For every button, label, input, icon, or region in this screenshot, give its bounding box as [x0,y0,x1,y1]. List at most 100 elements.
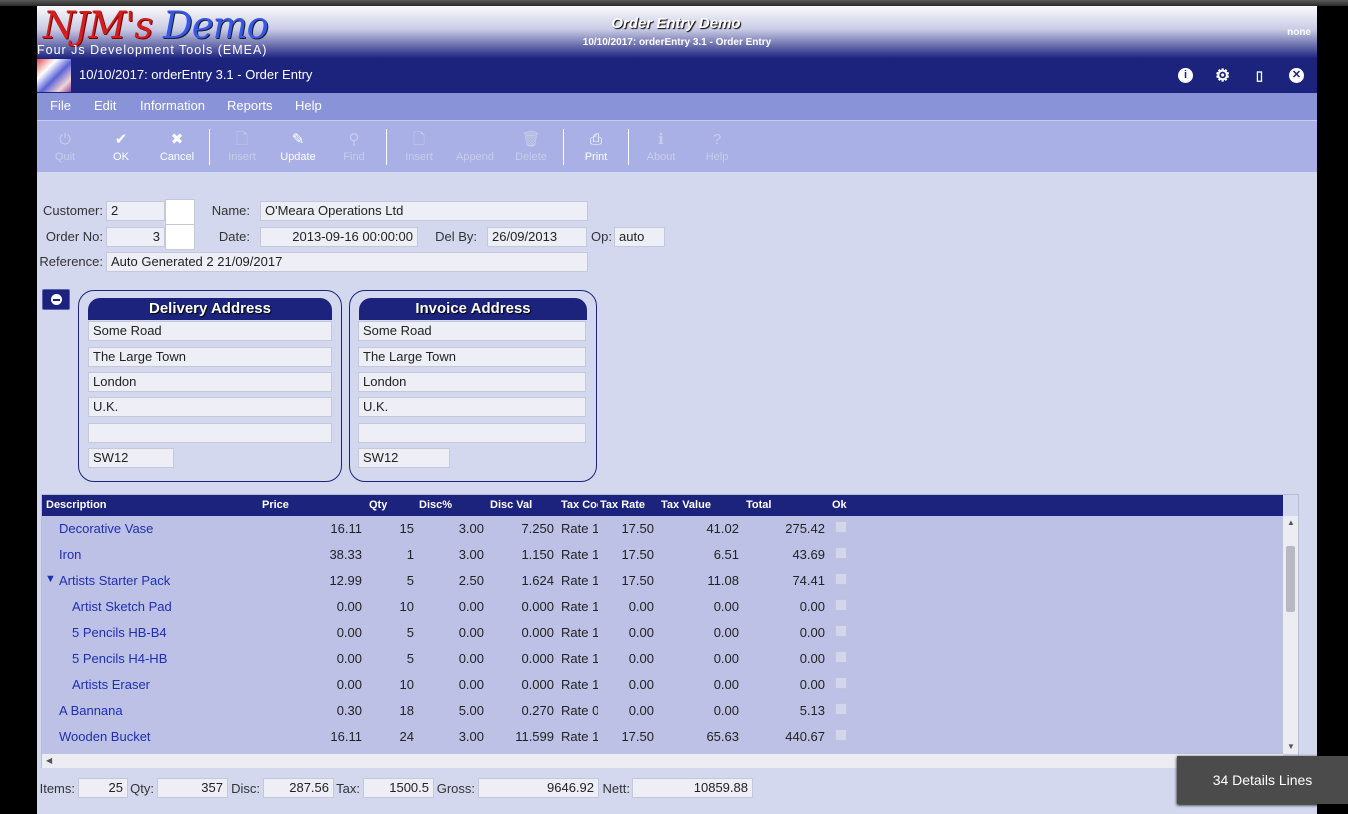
cell-qty[interactable]: 18 [369,703,414,718]
cell-taxcode[interactable]: Rate 1 [561,599,598,614]
customer-lookup-box[interactable] [165,199,195,225]
col-ok[interactable]: Ok [832,499,856,511]
cell-desc[interactable]: 5 Pencils H4-HB [72,651,246,666]
cell-discp[interactable]: 3.00 [419,521,484,536]
delivery-line-1[interactable]: Some Road [88,321,332,341]
vertical-scrollbar[interactable]: ▲ ▼ [1283,516,1298,754]
cell-taxrate[interactable]: 17.50 [600,573,654,588]
info-icon[interactable]: i [1178,68,1193,83]
cell-total[interactable]: 43.69 [746,547,825,562]
cell-discp[interactable]: 0.00 [419,599,484,614]
col-disc-val[interactable]: Disc Val [490,499,550,511]
cell-taxval[interactable]: 65.63 [661,729,739,744]
cell-total[interactable]: 0.00 [746,677,825,692]
menu-information[interactable]: Information [140,98,205,113]
cell-taxval[interactable]: 0.00 [661,625,739,640]
cell-qty[interactable]: 5 [369,573,414,588]
cell-price[interactable]: 16.11 [262,729,362,744]
cell-taxval[interactable]: 6.51 [661,547,739,562]
ok-button[interactable]: ✔ OK [93,131,149,163]
insert-row-button[interactable]: 🗋 Insert [391,131,447,163]
cell-price[interactable]: 0.00 [262,677,362,692]
col-tax-rate[interactable]: Tax Rate [600,499,655,511]
expand-toggle-icon[interactable]: ▼ [45,573,56,585]
cell-taxrate[interactable]: 0.00 [600,677,654,692]
ok-checkbox[interactable] [835,677,847,689]
col-total[interactable]: Total [746,499,821,511]
op-field[interactable]: auto [614,227,665,247]
ok-checkbox[interactable] [835,521,847,533]
cell-taxval[interactable]: 11.08 [661,573,739,588]
cell-taxcode[interactable]: Rate 1 [561,729,598,744]
ok-checkbox[interactable] [835,547,847,559]
cell-taxrate[interactable]: 17.50 [600,547,654,562]
delivery-postcode[interactable]: SW12 [88,448,174,468]
cell-taxval[interactable]: 0.00 [661,599,739,614]
cell-taxval[interactable]: 41.02 [661,521,739,536]
cell-price[interactable]: 12.99 [262,573,362,588]
cell-taxval[interactable]: 0.00 [661,677,739,692]
menu-file[interactable]: File [50,98,71,113]
menu-edit[interactable]: Edit [94,98,116,113]
invoice-line-3[interactable]: London [358,372,586,392]
cell-desc[interactable]: 5 Pencils HB-B4 [72,625,246,640]
cell-taxcode[interactable]: Rate 1 [561,573,598,588]
col-price[interactable]: Price [262,499,352,511]
cell-taxcode[interactable]: Rate 0 [561,703,598,718]
delivery-line-2[interactable]: The Large Town [88,347,332,367]
cell-discv[interactable]: 1.624 [490,573,554,588]
cell-taxval[interactable]: 0.00 [661,703,739,718]
name-field[interactable]: O'Meara Operations Ltd [260,201,588,221]
cell-discv[interactable]: 0.000 [490,599,554,614]
cell-qty[interactable]: 1 [369,547,414,562]
update-button[interactable]: ✎ Update [270,131,326,163]
order-no-field[interactable]: 3 [106,227,165,247]
collapse-button[interactable] [42,289,70,310]
cell-desc[interactable]: Artists Starter Pack [59,573,246,588]
menu-help[interactable]: Help [295,98,322,113]
cell-qty[interactable]: 24 [369,729,414,744]
table-row[interactable]: Wooden Bucket 16.11 24 3.00 11.599 Rate 1 17.5… [42,724,1283,750]
cell-taxrate[interactable]: 0.00 [600,703,654,718]
cell-total[interactable]: 275.42 [746,521,825,536]
cell-discv[interactable]: 0.270 [490,703,554,718]
cell-price[interactable]: 0.00 [262,625,362,640]
cell-price[interactable]: 0.00 [262,599,362,614]
cell-discp[interactable]: 0.00 [419,651,484,666]
reference-field[interactable]: Auto Generated 2 21/09/2017 [106,252,588,272]
cell-taxcode[interactable]: Rate 1 [561,547,598,562]
ok-checkbox[interactable] [835,703,847,715]
scroll-left-icon[interactable]: ◀ [46,756,52,765]
cell-taxrate[interactable]: 0.00 [600,599,654,614]
cell-price[interactable]: 38.33 [262,547,362,562]
table-row[interactable]: Iron 38.33 1 3.00 1.150 Rate 1 17.50 6.51 43.69 [42,542,1283,568]
print-button[interactable]: ⎙ Print [568,131,624,163]
cell-total[interactable]: 0.00 [746,625,825,640]
scroll-thumb[interactable] [1286,546,1295,612]
delivery-line-5[interactable] [88,423,332,443]
cell-discp[interactable]: 3.00 [419,729,484,744]
delete-button[interactable]: 🗑 Delete [503,131,559,163]
cell-taxcode[interactable]: Rate 1 [561,521,598,536]
cell-desc[interactable]: Artists Eraser [72,677,246,692]
cell-total[interactable]: 74.41 [746,573,825,588]
invoice-line-5[interactable] [358,423,586,443]
scroll-down-icon[interactable]: ▼ [1287,742,1295,751]
cell-taxcode[interactable]: Rate 1 [561,651,598,666]
menu-reports[interactable]: Reports [227,98,273,113]
invoice-line-2[interactable]: The Large Town [358,347,586,367]
close-icon[interactable]: ✕ [1289,68,1304,83]
cell-taxrate[interactable]: 0.00 [600,651,654,666]
cancel-button[interactable]: ✖ Cancel [149,131,205,163]
cell-taxcode[interactable]: Rate 1 [561,677,598,692]
cell-taxrate[interactable]: 0.00 [600,625,654,640]
cell-taxrate[interactable]: 17.50 [600,521,654,536]
order-no-box[interactable] [165,224,195,250]
table-row[interactable]: Decorative Vase 16.11 15 3.00 7.250 Rate 1 17.… [42,516,1283,542]
find-button[interactable]: ⚲ Find [326,131,382,163]
ok-checkbox[interactable] [835,729,847,741]
cell-discv[interactable]: 0.000 [490,651,554,666]
ok-checkbox[interactable] [835,573,847,585]
delivery-line-3[interactable]: London [88,372,332,392]
delivery-line-4[interactable]: U.K. [88,397,332,417]
